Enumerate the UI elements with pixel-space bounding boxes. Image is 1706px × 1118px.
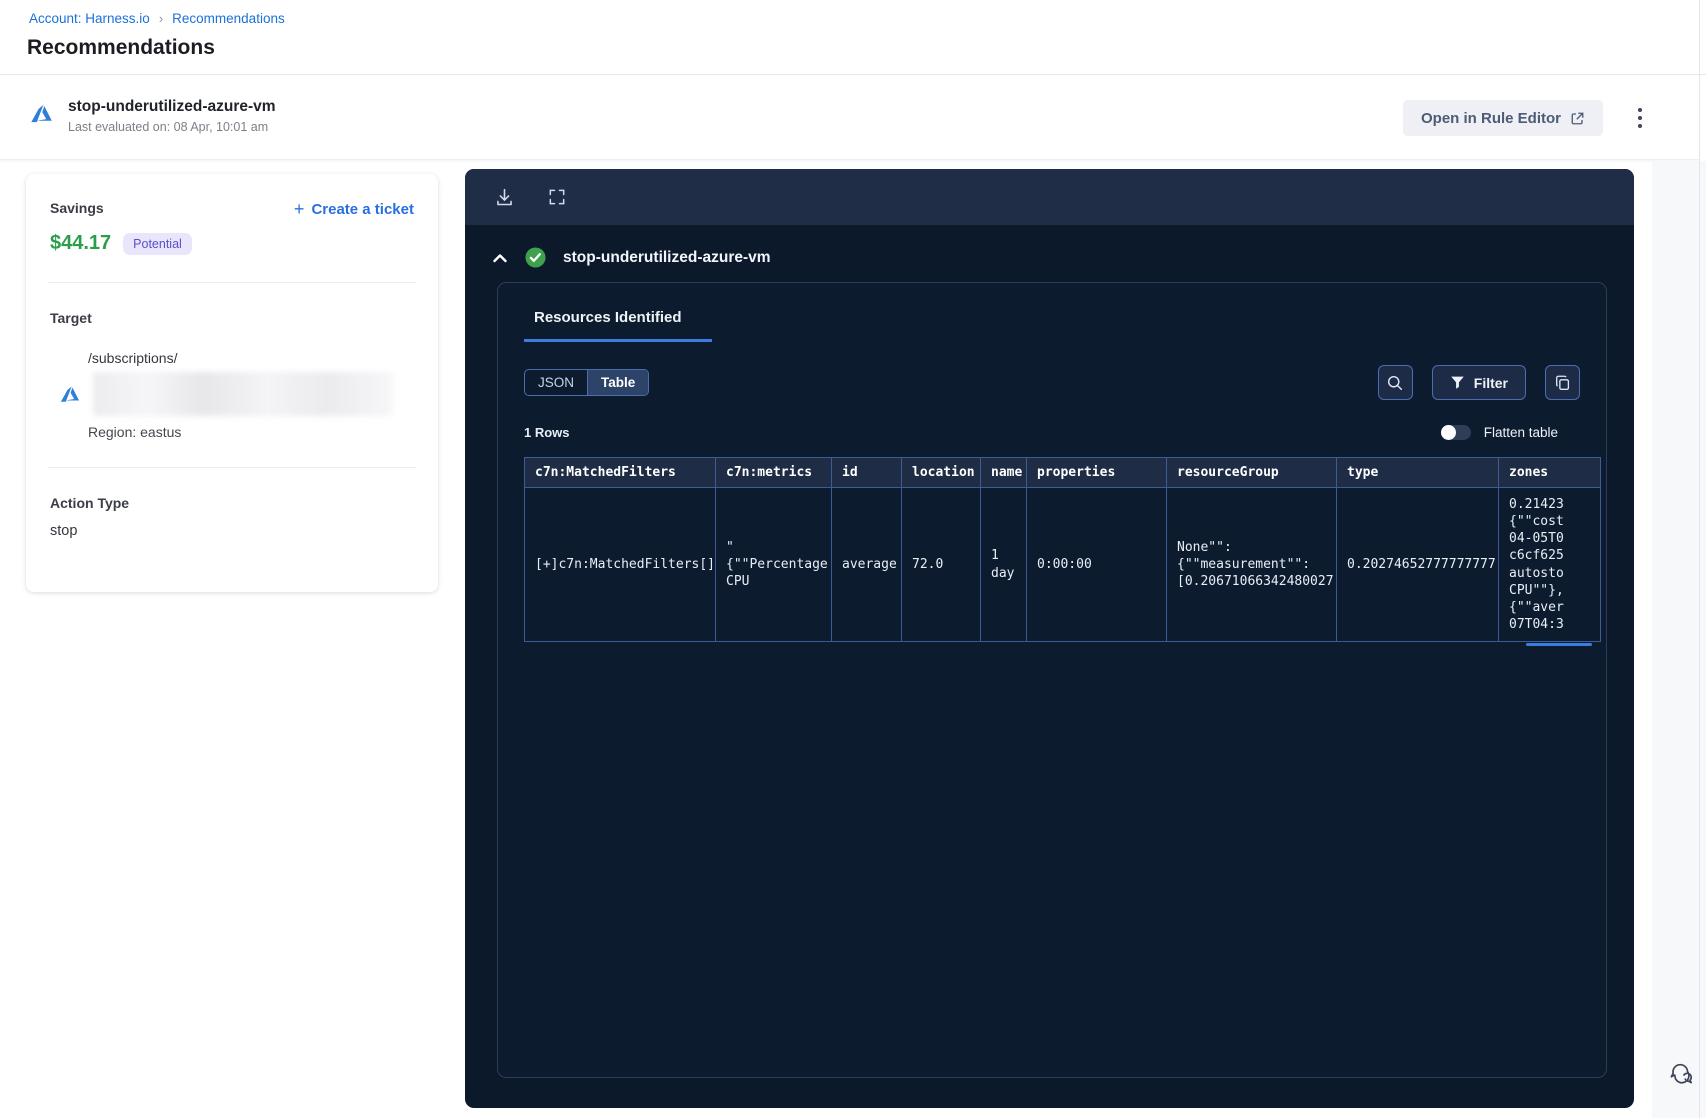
recommendation-header: stop-underutilized-azure-vm Last evaluat… [0,76,1699,160]
table-row: [+]c7n:MatchedFilters[] " {""Percentage … [524,486,1601,643]
cell-id: average [831,486,902,643]
divider [48,282,416,283]
filter-button[interactable]: Filter [1431,365,1526,400]
chevron-up-icon [493,253,507,262]
potential-badge: Potential [123,232,192,255]
rows-count: 1 Rows [524,425,570,440]
resources-table: c7n:MatchedFilters c7n:metrics id locati… [524,457,1601,643]
external-link-icon [1571,112,1584,124]
copy-button[interactable] [1545,365,1580,400]
recommendation-title: stop-underutilized-azure-vm [68,98,276,115]
download-button[interactable] [492,185,517,210]
copy-icon [1555,375,1569,390]
cell-metrics: " {""Percentage CPU [715,486,832,643]
search-icon [1388,375,1403,390]
rows-info-bar: 1 Rows Flatten table [524,425,1580,440]
download-icon [497,188,512,205]
flatten-table-toggle[interactable] [1440,425,1471,440]
breadcrumb-separator: › [158,11,164,26]
breadcrumb-account-link[interactable]: Account: Harness.io [29,11,150,26]
col-header-zones: zones [1498,457,1601,488]
horizontal-scrollbar-thumb[interactable] [1526,643,1592,647]
panel-toolbar [465,169,1634,225]
open-in-rule-editor-button[interactable]: Open in Rule Editor [1402,100,1603,136]
divider [48,467,416,468]
col-header-id: id [831,457,902,488]
cell-resource-group: None"": {""measurement"": [0.20671066342… [1166,486,1337,643]
page-title: Recommendations [27,36,215,59]
target-label: Target [50,310,92,326]
col-header-name: name [980,457,1027,488]
savings-value: $44.17 [50,232,112,254]
filter-funnel-icon [1451,376,1464,389]
window-edge [1699,0,1700,1118]
chat-help-button[interactable] [1662,1058,1698,1094]
cell-zones: 0.21423 {""cost 04-05T0 c6cf625 autosto … [1498,486,1601,643]
create-ticket-label: Create a ticket [311,200,414,218]
recommendation-identity: stop-underutilized-azure-vm Last evaluat… [28,98,276,134]
table-header-row: c7n:MatchedFilters c7n:metrics id locati… [524,457,1601,488]
top-bar: Account: Harness.io › Recommendations Re… [0,0,1706,75]
results-panel: stop-underutilized-azure-vm Resources Id… [465,169,1634,1108]
tab-resources-identified[interactable]: Resources Identified [524,307,712,342]
redacted-subscription-id [93,372,393,416]
cell-type: 0.20274652777777777 [1336,486,1499,643]
cell-location: 72.0 [901,486,981,643]
breadcrumb: Account: Harness.io › Recommendations [29,11,285,26]
summary-card: Savings + Create a ticket $44.17 Potenti… [26,174,438,592]
plus-icon: + [293,199,305,219]
filter-label: Filter [1473,374,1508,391]
action-type-value: stop [50,523,78,539]
flatten-table-label: Flatten table [1483,425,1558,440]
search-button[interactable] [1377,365,1413,400]
col-header-resource-group: resourceGroup [1166,457,1337,488]
fullscreen-button[interactable] [545,185,569,209]
view-toggle-table[interactable]: Table [587,370,649,395]
col-header-matched-filters: c7n:MatchedFilters [524,457,716,488]
table-controls: JSON Table Filter [524,365,1580,400]
more-options-button[interactable] [1627,104,1653,132]
toggle-knob [1440,425,1456,440]
cell-matched-filters-expand[interactable]: [+]c7n:MatchedFilters[] [524,486,716,643]
resources-card: Resources Identified JSON Table Filter 1… [497,282,1607,1078]
target-region: Region: eastus [88,424,182,440]
panel-title-row: stop-underutilized-azure-vm [465,225,1634,268]
col-header-properties: properties [1026,457,1167,488]
create-ticket-button[interactable]: + Create a ticket [294,200,414,218]
chat-bubbles-icon [1670,1063,1693,1084]
breadcrumb-recommendations-link[interactable]: Recommendations [172,11,285,26]
last-evaluated-text: Last evaluated on: 08 Apr, 10:01 am [68,120,269,134]
resources-table-wrap: c7n:MatchedFilters c7n:metrics id locati… [524,457,1602,647]
col-header-type: type [1336,457,1499,488]
col-header-metrics: c7n:metrics [715,457,832,488]
panel-rule-title: stop-underutilized-azure-vm [563,248,771,266]
azure-icon [31,104,52,123]
cell-name: 1 day [980,486,1027,643]
success-check-icon [525,247,546,268]
open-in-rule-editor-label: Open in Rule Editor [1420,109,1561,127]
savings-label: Savings [50,200,104,216]
action-type-label: Action Type [50,495,130,511]
recommendations-page: Account: Harness.io › Recommendations Re… [0,0,1706,1118]
right-rail [1652,161,1706,1118]
view-toggle-json[interactable]: JSON [525,370,587,395]
col-header-location: location [901,457,981,488]
cell-properties: 0:00:00 [1026,486,1167,643]
fullscreen-icon [549,189,565,205]
view-toggle: JSON Table [524,369,650,396]
azure-icon [60,385,80,402]
collapse-section-button[interactable] [492,252,508,264]
target-path: /subscriptions/ [88,350,178,366]
